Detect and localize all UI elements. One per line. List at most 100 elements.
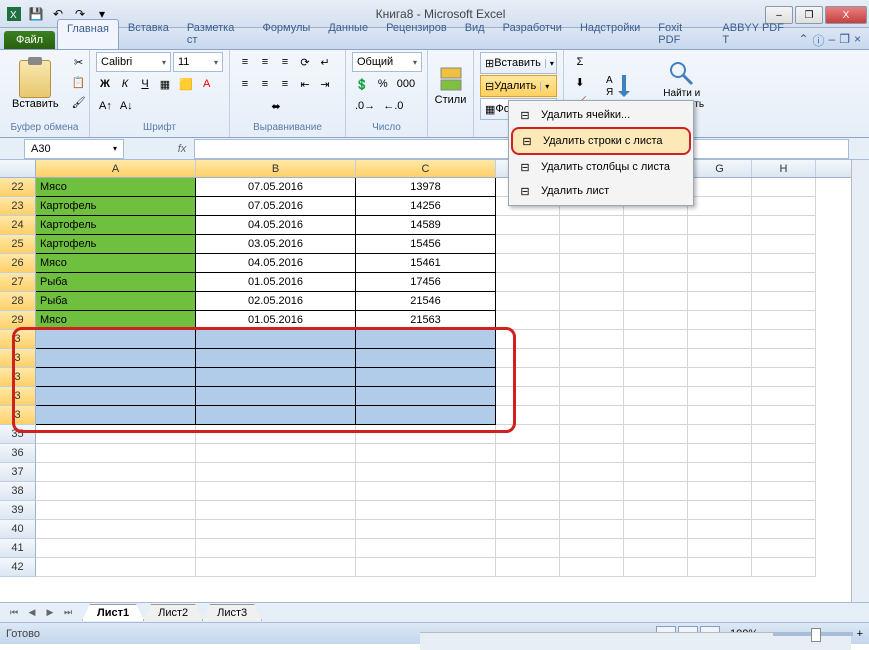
cell-D34[interactable] (496, 406, 560, 425)
merge-button[interactable]: ⬌ (236, 96, 316, 116)
cell-A25[interactable]: Картофель (36, 235, 196, 254)
cell-C23[interactable]: 14256 (356, 197, 496, 216)
row-header-33[interactable]: 3 (0, 387, 36, 406)
cell-C41[interactable] (356, 539, 496, 558)
cell-G26[interactable] (688, 254, 752, 273)
zoom-slider[interactable] (773, 632, 853, 636)
cell-E27[interactable] (560, 273, 624, 292)
cell-G34[interactable] (688, 406, 752, 425)
number-format-combo[interactable]: Общий (352, 52, 422, 72)
cell-F38[interactable] (624, 482, 688, 501)
cell-A22[interactable]: Мясо (36, 178, 196, 197)
cell-C24[interactable]: 14589 (356, 216, 496, 235)
cell-B22[interactable]: 07.05.2016 (196, 178, 356, 197)
row-header-26[interactable]: 26 (0, 254, 36, 273)
cell-D33[interactable] (496, 387, 560, 406)
cell-A37[interactable] (36, 463, 196, 482)
cell-A34[interactable] (36, 406, 196, 425)
cell-C25[interactable]: 15456 (356, 235, 496, 254)
doc-restore-icon[interactable]: ❐ (839, 32, 850, 49)
cell-G30[interactable] (688, 330, 752, 349)
paste-button[interactable]: Вставить (6, 52, 65, 118)
ribbon-tab-2[interactable]: Разметка ст (178, 19, 254, 49)
cell-H39[interactable] (752, 501, 816, 520)
cell-B25[interactable]: 03.05.2016 (196, 235, 356, 254)
row-header-30[interactable]: 3 (0, 330, 36, 349)
cell-A29[interactable]: Мясо (36, 311, 196, 330)
ribbon-tab-0[interactable]: Главная (57, 19, 119, 49)
cell-C36[interactable] (356, 444, 496, 463)
cell-A38[interactable] (36, 482, 196, 501)
ribbon-tab-6[interactable]: Вид (456, 19, 494, 49)
col-header-A[interactable]: A (36, 160, 196, 177)
cell-B38[interactable] (196, 482, 356, 501)
border-button[interactable]: ▦ (156, 74, 174, 94)
cell-B31[interactable] (196, 349, 356, 368)
cell-F27[interactable] (624, 273, 688, 292)
cell-A23[interactable]: Картофель (36, 197, 196, 216)
cell-G24[interactable] (688, 216, 752, 235)
increase-decimal-button[interactable]: .0→ (352, 96, 378, 116)
row-header-25[interactable]: 25 (0, 235, 36, 254)
font-name-combo[interactable]: Calibri (96, 52, 171, 72)
cell-D27[interactable] (496, 273, 560, 292)
cell-A35[interactable] (36, 425, 196, 444)
cell-F24[interactable] (624, 216, 688, 235)
col-header-H[interactable]: H (752, 160, 816, 177)
cell-G25[interactable] (688, 235, 752, 254)
align-bottom-button[interactable]: ≡ (276, 52, 294, 72)
cell-A30[interactable] (36, 330, 196, 349)
cell-A27[interactable]: Рыба (36, 273, 196, 292)
cell-C26[interactable]: 15461 (356, 254, 496, 273)
cell-H36[interactable] (752, 444, 816, 463)
cell-H30[interactable] (752, 330, 816, 349)
cell-C35[interactable] (356, 425, 496, 444)
ribbon-tab-7[interactable]: Разработчи (494, 19, 571, 49)
grow-font-button[interactable]: A↑ (96, 96, 115, 116)
ribbon-tab-4[interactable]: Данные (319, 19, 377, 49)
cell-H42[interactable] (752, 558, 816, 577)
cell-B32[interactable] (196, 368, 356, 387)
percent-button[interactable]: % (374, 74, 392, 94)
cell-D25[interactable] (496, 235, 560, 254)
cell-G27[interactable] (688, 273, 752, 292)
cell-B29[interactable]: 01.05.2016 (196, 311, 356, 330)
cell-E33[interactable] (560, 387, 624, 406)
comma-button[interactable]: 000 (394, 74, 418, 94)
sheet-next-button[interactable]: ▶ (42, 605, 58, 621)
cell-D36[interactable] (496, 444, 560, 463)
cell-H22[interactable] (752, 178, 816, 197)
underline-button[interactable]: Ч (136, 74, 154, 94)
cell-F29[interactable] (624, 311, 688, 330)
cell-B26[interactable]: 04.05.2016 (196, 254, 356, 273)
cell-A40[interactable] (36, 520, 196, 539)
fill-button[interactable]: ⬇ (570, 72, 590, 92)
cell-E32[interactable] (560, 368, 624, 387)
cell-C42[interactable] (356, 558, 496, 577)
cell-G33[interactable] (688, 387, 752, 406)
cell-H31[interactable] (752, 349, 816, 368)
col-header-G[interactable]: G (688, 160, 752, 177)
sheet-prev-button[interactable]: ◀ (24, 605, 40, 621)
cell-H23[interactable] (752, 197, 816, 216)
cell-C29[interactable]: 21563 (356, 311, 496, 330)
cell-H33[interactable] (752, 387, 816, 406)
cell-G23[interactable] (688, 197, 752, 216)
excel-icon[interactable]: X (4, 4, 24, 24)
zoom-in-button[interactable]: + (857, 628, 863, 640)
cell-C40[interactable] (356, 520, 496, 539)
cell-B39[interactable] (196, 501, 356, 520)
cell-H40[interactable] (752, 520, 816, 539)
vertical-scrollbar[interactable] (851, 160, 869, 602)
cell-F37[interactable] (624, 463, 688, 482)
cell-D42[interactable] (496, 558, 560, 577)
cell-A39[interactable] (36, 501, 196, 520)
cell-F39[interactable] (624, 501, 688, 520)
row-header-42[interactable]: 42 (0, 558, 36, 577)
cell-B35[interactable] (196, 425, 356, 444)
cell-A32[interactable] (36, 368, 196, 387)
save-icon[interactable]: 💾 (26, 4, 46, 24)
row-header-29[interactable]: 29 (0, 311, 36, 330)
col-header-B[interactable]: B (196, 160, 356, 177)
cell-B27[interactable]: 01.05.2016 (196, 273, 356, 292)
